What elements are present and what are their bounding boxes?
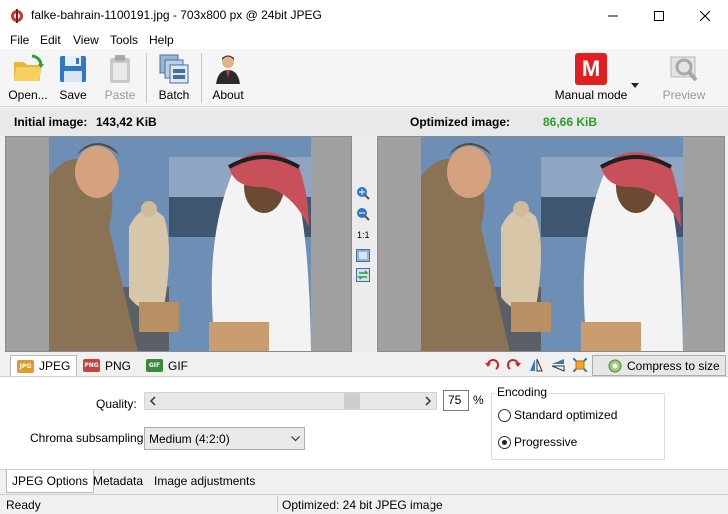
minimize-button[interactable] xyxy=(590,0,636,31)
png-format-icon: PNG xyxy=(83,359,100,372)
gif-format-icon: GIF xyxy=(146,359,163,372)
about-button[interactable]: About xyxy=(209,51,247,105)
crop-icon[interactable] xyxy=(572,357,588,373)
tab-jpeg-options[interactable]: JPEG Options xyxy=(6,470,95,493)
manual-mode-icon: M xyxy=(575,53,607,85)
menu-edit[interactable]: Edit xyxy=(40,33,61,47)
radio-standard-indicator xyxy=(498,408,511,422)
open-label: Open... xyxy=(8,88,48,102)
clipboard-icon xyxy=(104,53,136,85)
slider-right-arrow-icon xyxy=(425,396,432,406)
radio-progressive[interactable]: Progressive xyxy=(498,435,577,449)
status-optimized-info: Optimized: 24 bit JPEG image xyxy=(282,498,443,512)
chevron-down-icon xyxy=(291,435,300,441)
preview-label: Preview xyxy=(662,88,706,102)
window-title: falke-bahrain-1100191.jpg - 703x800 px @… xyxy=(31,8,322,22)
paste-label: Paste xyxy=(104,88,136,102)
about-label: About xyxy=(212,88,244,102)
tab-metadata[interactable]: Metadata xyxy=(88,470,148,492)
tab-image-adjustments[interactable]: Image adjustments xyxy=(149,470,260,492)
tab-jpeg[interactable]: JPG JPEG xyxy=(10,355,78,376)
zoom-in-icon[interactable] xyxy=(356,186,370,203)
magnifier-preview-icon xyxy=(668,53,700,85)
zoom-out-icon[interactable] xyxy=(356,207,370,224)
save-button[interactable]: Save xyxy=(56,51,90,105)
menu-help[interactable]: Help xyxy=(149,33,174,47)
original-image-pane[interactable] xyxy=(5,136,352,352)
compress-label: Compress to size xyxy=(627,358,720,373)
optimized-size-label: Optimized image: xyxy=(410,115,511,129)
initial-size-value: 143,42 KiB xyxy=(96,115,157,129)
quality-label: Quality: xyxy=(96,397,137,411)
status-ready: Ready xyxy=(6,498,41,512)
radio-standard-optimized[interactable]: Standard optimized xyxy=(498,408,617,422)
fit-image-icon[interactable] xyxy=(356,249,370,265)
initial-size-label: Initial image: xyxy=(14,115,88,129)
mode-letter: M xyxy=(581,56,601,81)
jpeg-format-icon: JPG xyxy=(17,359,34,373)
floppy-disk-icon xyxy=(57,53,89,85)
maximize-button[interactable] xyxy=(636,0,682,31)
flip-horizontal-icon[interactable] xyxy=(528,357,544,373)
save-label: Save xyxy=(59,88,87,102)
status-separator xyxy=(430,496,431,512)
radio-standard-label: Standard optimized xyxy=(514,408,618,422)
batch-label: Batch xyxy=(158,88,190,102)
radio-progressive-indicator xyxy=(498,435,511,449)
quality-slider-thumb[interactable] xyxy=(344,393,360,409)
encoding-groupbox xyxy=(491,393,665,460)
close-button[interactable] xyxy=(682,0,728,31)
manual-mode-label: Manual mode xyxy=(554,88,628,102)
rotate-left-icon[interactable] xyxy=(484,357,500,373)
tab-gif-label: GIF xyxy=(168,358,188,373)
encoding-title: Encoding xyxy=(495,385,550,399)
tab-png-label: PNG xyxy=(105,358,132,373)
optimized-size-value: 86,66 KiB xyxy=(543,115,598,129)
toolbar-separator xyxy=(146,53,147,103)
chroma-subsampling-label: Chroma subsampling: xyxy=(30,431,147,445)
slider-left-arrow-icon xyxy=(149,396,156,406)
zoom-controls-strip xyxy=(352,136,376,352)
menu-tools[interactable]: Tools xyxy=(110,33,138,47)
tab-gif[interactable]: GIF GIF xyxy=(140,355,194,376)
manual-mode-button[interactable]: M Manual mode xyxy=(552,51,630,105)
tab-jpeg-label: JPEG xyxy=(39,359,71,373)
compare-view-icon[interactable] xyxy=(356,268,370,285)
optimized-photo xyxy=(421,137,683,351)
rotate-right-icon[interactable] xyxy=(506,357,522,373)
batch-images-icon xyxy=(158,53,190,85)
compress-gear-icon xyxy=(608,359,622,372)
tab-png[interactable]: PNG PNG xyxy=(77,355,137,376)
chroma-selected-value: Medium (4:2:0) xyxy=(149,431,230,446)
menu-view[interactable]: View xyxy=(73,33,99,47)
quality-input[interactable]: 75 xyxy=(443,390,469,411)
paste-button[interactable]: Paste xyxy=(102,51,138,105)
status-separator xyxy=(277,496,278,512)
optimized-image-pane[interactable] xyxy=(377,136,725,352)
menu-file[interactable]: File xyxy=(10,33,29,47)
compress-to-size-button[interactable]: Compress to size xyxy=(592,355,726,376)
folder-open-icon xyxy=(12,53,44,85)
open-button[interactable]: Open... xyxy=(6,51,50,105)
mode-dropdown-arrow-icon[interactable] xyxy=(631,77,639,91)
toolbar-separator xyxy=(201,53,202,103)
flip-vertical-icon[interactable] xyxy=(550,357,566,373)
batch-button[interactable]: Batch xyxy=(155,51,193,105)
chroma-subsampling-select[interactable]: Medium (4:2:0) xyxy=(144,427,305,450)
quality-unit: % xyxy=(473,393,484,407)
quality-slider[interactable] xyxy=(144,392,437,410)
zoom-1to1-button[interactable]: 1:1 xyxy=(357,230,370,240)
radio-progressive-label: Progressive xyxy=(514,435,578,449)
preview-button[interactable]: Preview xyxy=(660,51,708,105)
person-icon xyxy=(212,53,244,85)
original-photo xyxy=(49,137,311,351)
app-icon xyxy=(9,8,25,24)
